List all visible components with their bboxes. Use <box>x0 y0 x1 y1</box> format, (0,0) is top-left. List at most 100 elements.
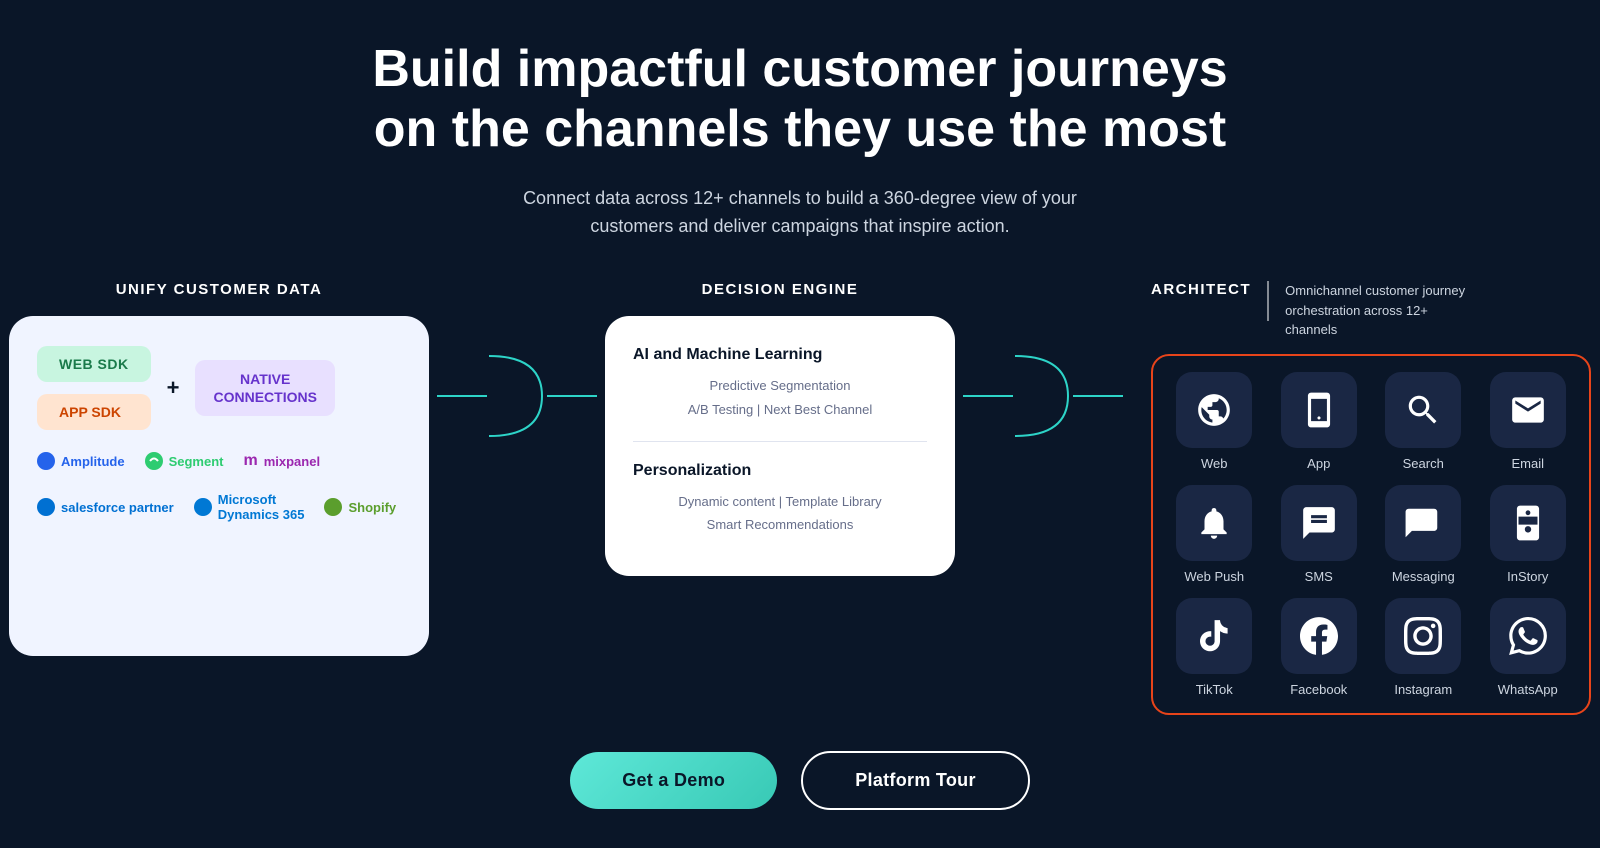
channel-instory: InStory <box>1483 485 1574 584</box>
conn-line-3 <box>963 395 1013 397</box>
connector-curve-2 <box>1013 351 1073 441</box>
channel-label-app: App <box>1307 456 1330 471</box>
native-connections-badge: NATIVECONNECTIONS <box>195 360 334 416</box>
unify-column: UNIFY CUSTOMER DATA WEB SDK APP SDK + NA… <box>9 281 429 656</box>
logo-salesforce: salesforce partner <box>37 498 174 516</box>
salesforce-label: salesforce partner <box>61 500 174 515</box>
channel-app: App <box>1274 372 1365 471</box>
logo-row-2: salesforce partner MicrosoftDynamics 365… <box>37 492 401 522</box>
channel-email: Email <box>1483 372 1574 471</box>
sms-icon <box>1300 504 1338 542</box>
app-icon <box>1300 391 1338 429</box>
app-sdk-badge: APP SDK <box>37 394 151 430</box>
mixpanel-icon: m <box>243 452 257 470</box>
channel-icon-wrap-tiktok <box>1176 598 1252 674</box>
channel-label-web-push: Web Push <box>1184 569 1244 584</box>
channel-label-messaging: Messaging <box>1392 569 1455 584</box>
channel-label-web: Web <box>1201 456 1228 471</box>
search-icon <box>1404 391 1442 429</box>
channel-label-tiktok: TikTok <box>1196 682 1233 697</box>
unify-card: WEB SDK APP SDK + NATIVECONNECTIONS Ampl… <box>9 316 429 656</box>
arch-description: Omnichannel customer journey orchestrati… <box>1285 281 1465 340</box>
subtitle: Connect data across 12+ channels to buil… <box>490 184 1110 242</box>
channel-icon-wrap-web <box>1176 372 1252 448</box>
sdk-top-row: WEB SDK APP SDK + NATIVECONNECTIONS <box>37 346 401 430</box>
conn-line-4 <box>1073 395 1123 397</box>
salesforce-dot <box>37 498 55 516</box>
channel-label-whatsapp: WhatsApp <box>1498 682 1558 697</box>
decision-ai-items: Predictive Segmentation A/B Testing | Ne… <box>633 374 927 421</box>
channel-icon-wrap-web-push <box>1176 485 1252 561</box>
channel-tiktok: TikTok <box>1169 598 1260 697</box>
shopify-label: Shopify <box>348 500 396 515</box>
web-icon <box>1195 391 1233 429</box>
conn-line-2 <box>547 395 597 397</box>
tiktok-icon <box>1195 617 1233 655</box>
channel-label-facebook: Facebook <box>1290 682 1347 697</box>
channel-icon-wrap-facebook <box>1281 598 1357 674</box>
logo-row-1: Amplitude Segment m mixpanel <box>37 452 401 470</box>
get-demo-button[interactable]: Get a Demo <box>570 752 777 809</box>
channel-icon-wrap-search <box>1385 372 1461 448</box>
amplitude-dot <box>37 452 55 470</box>
web-sdk-badge: WEB SDK <box>37 346 151 382</box>
logo-amplitude: Amplitude <box>37 452 125 470</box>
logo-mixpanel: m mixpanel <box>243 452 320 470</box>
channel-label-search: Search <box>1403 456 1444 471</box>
unify-header: UNIFY CUSTOMER DATA <box>116 281 323 298</box>
shopify-dot <box>324 498 342 516</box>
segment-icon <box>145 452 163 470</box>
messaging-icon <box>1404 504 1442 542</box>
channel-search: Search <box>1378 372 1469 471</box>
decision-column: DECISION ENGINE AI and Machine Learning … <box>605 281 955 576</box>
dynamics-dot <box>194 498 212 516</box>
decision-ai-title: AI and Machine Learning <box>633 346 927 364</box>
channel-icon-wrap-sms <box>1281 485 1357 561</box>
connector-curve-1 <box>487 351 547 441</box>
logo-segment: Segment <box>145 452 224 470</box>
channel-icon-wrap-whatsapp <box>1490 598 1566 674</box>
web-push-icon <box>1195 504 1233 542</box>
channel-label-sms: SMS <box>1305 569 1333 584</box>
channel-icon-wrap-instagram <box>1385 598 1461 674</box>
logo-shopify: Shopify <box>324 498 396 516</box>
architect-header-row: ARCHITECT Omnichannel customer journey o… <box>1151 281 1465 340</box>
plus-sign: + <box>167 375 180 401</box>
arch-divider <box>1267 281 1269 321</box>
channel-icon-wrap-app <box>1281 372 1357 448</box>
facebook-icon <box>1300 617 1338 655</box>
whatsapp-icon <box>1509 617 1547 655</box>
channel-icon-wrap-instory <box>1490 485 1566 561</box>
channel-label-instory: InStory <box>1507 569 1548 584</box>
amplitude-label: Amplitude <box>61 454 125 469</box>
email-icon <box>1509 391 1547 429</box>
channel-sms: SMS <box>1274 485 1365 584</box>
mixpanel-label: mixpanel <box>264 454 320 469</box>
logo-dynamics: MicrosoftDynamics 365 <box>194 492 305 522</box>
decision-personalization-items: Dynamic content | Template Library Smart… <box>633 490 927 537</box>
channel-web: Web <box>1169 372 1260 471</box>
channel-label-email: Email <box>1511 456 1544 471</box>
architect-card: Web App Search <box>1151 354 1591 715</box>
architect-column: ARCHITECT Omnichannel customer journey o… <box>1131 281 1591 715</box>
decision-header: DECISION ENGINE <box>702 281 859 298</box>
channel-messaging: Messaging <box>1378 485 1469 584</box>
decision-section-ai: AI and Machine Learning Predictive Segme… <box>633 346 927 442</box>
decision-personalization-title: Personalization <box>633 462 927 480</box>
columns: UNIFY CUSTOMER DATA WEB SDK APP SDK + NA… <box>70 281 1530 715</box>
connector-2 <box>955 351 1131 441</box>
channel-instagram: Instagram <box>1378 598 1469 697</box>
channel-grid: Web App Search <box>1169 372 1573 697</box>
instory-icon <box>1509 504 1547 542</box>
dynamics-label: MicrosoftDynamics 365 <box>218 492 305 522</box>
decision-section-personalization: Personalization Dynamic content | Templa… <box>633 462 927 537</box>
channel-icon-wrap-messaging <box>1385 485 1461 561</box>
buttons-row: Get a Demo Platform Tour <box>570 751 1030 810</box>
platform-tour-button[interactable]: Platform Tour <box>801 751 1030 810</box>
channel-web-push: Web Push <box>1169 485 1260 584</box>
main-title: Build impactful customer journeys on the… <box>350 40 1250 160</box>
channel-facebook: Facebook <box>1274 598 1365 697</box>
channel-icon-wrap-email <box>1490 372 1566 448</box>
decision-card: AI and Machine Learning Predictive Segme… <box>605 316 955 576</box>
page-wrapper: Build impactful customer journeys on the… <box>0 0 1600 848</box>
